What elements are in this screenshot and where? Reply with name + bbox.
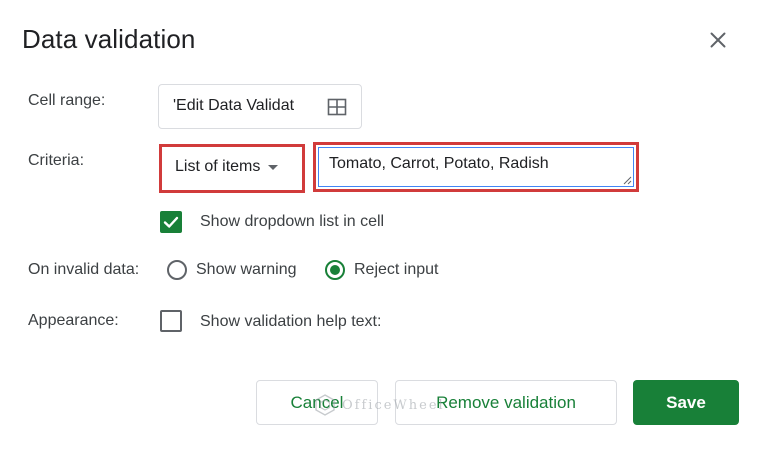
appearance-label: Appearance: [28,312,119,329]
dialog-title: Data validation [22,24,196,54]
remove-validation-button[interactable]: Remove validation [395,380,617,425]
show-warning-label: Show warning [196,261,297,278]
show-dropdown-label: Show dropdown list in cell [200,213,385,230]
criteria-type-value: List of items [175,158,261,175]
radio-selected-dot [330,265,340,275]
checkmark-icon [163,216,179,228]
cell-range-input[interactable]: 'Edit Data Validat [158,84,362,129]
close-icon [710,32,726,48]
grid-icon[interactable] [327,97,347,117]
data-validation-dialog: Data validation Cell range: 'Edit Data V… [0,0,768,449]
criteria-type-dropdown[interactable]: List of items [175,155,279,179]
cell-range-label: Cell range: [28,92,106,109]
criteria-label: Criteria: [28,152,85,169]
reject-input-radio[interactable] [325,260,345,280]
cancel-button[interactable]: Cancel [256,380,378,425]
show-help-text-label: Show validation help text: [200,313,382,330]
show-warning-radio[interactable] [167,260,187,280]
resize-handle-icon[interactable] [622,175,632,185]
caret-down-icon [268,164,279,170]
invalid-data-label: On invalid data: [28,261,140,278]
criteria-items-input[interactable]: Tomato, Carrot, Potato, Radish [318,147,634,187]
save-button[interactable]: Save [633,380,739,425]
show-help-text-checkbox[interactable] [160,310,182,332]
reject-input-label: Reject input [354,261,439,278]
close-button[interactable] [705,27,731,53]
cell-range-value: 'Edit Data Validat [173,97,295,114]
show-dropdown-checkbox[interactable] [160,211,182,233]
